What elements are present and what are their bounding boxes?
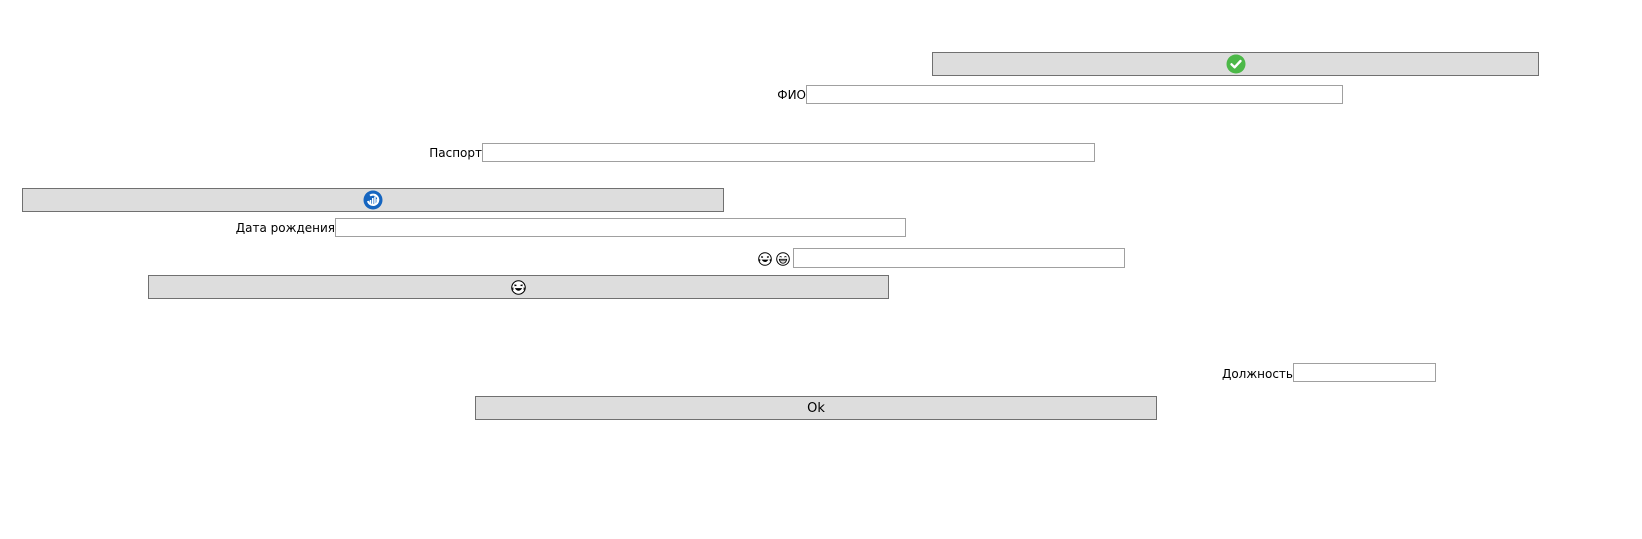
emoji-input[interactable] bbox=[793, 248, 1125, 268]
fio-label: ФИО bbox=[777, 88, 806, 102]
fio-input[interactable] bbox=[806, 85, 1343, 104]
emoji-icon-button[interactable] bbox=[148, 275, 889, 299]
check-circle-icon bbox=[1226, 54, 1246, 74]
position-label: Должность bbox=[1221, 367, 1293, 381]
laughing-face-icon bbox=[511, 279, 526, 295]
position-input[interactable] bbox=[1293, 363, 1436, 382]
ok-button[interactable]: Ok bbox=[475, 396, 1157, 420]
birth-date-input[interactable] bbox=[335, 218, 906, 237]
emoji-field-label bbox=[758, 249, 790, 269]
passport-input[interactable] bbox=[482, 143, 1095, 162]
confirm-icon-button[interactable] bbox=[932, 52, 1539, 76]
birth-date-label: Дата рождения bbox=[235, 221, 335, 235]
laughing-face-icon bbox=[758, 252, 772, 266]
refresh-icon-button[interactable] bbox=[22, 188, 724, 212]
passport-label: Паспорт bbox=[429, 146, 482, 160]
refresh-circle-icon bbox=[363, 190, 383, 210]
ok-button-label: Ok bbox=[807, 400, 825, 416]
grinning-face-icon bbox=[776, 252, 790, 266]
